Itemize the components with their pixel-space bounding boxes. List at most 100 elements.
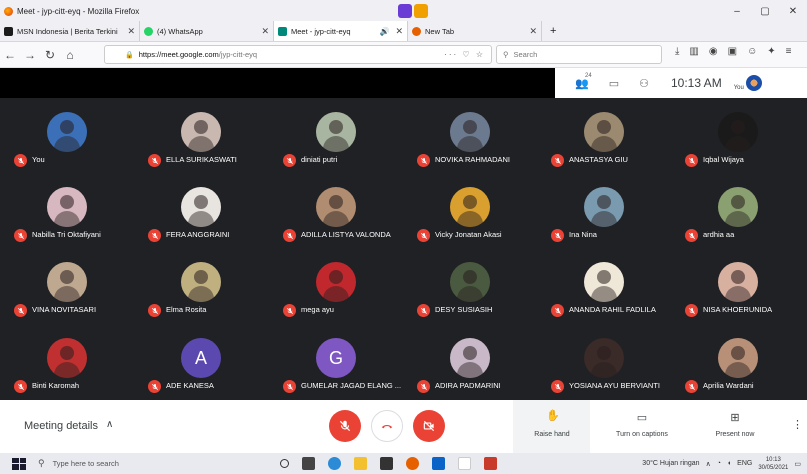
- participant-tile[interactable]: mega ayu: [269, 248, 403, 323]
- participant-tile[interactable]: DESY SUSIASIH: [403, 248, 537, 323]
- powerpoint-icon[interactable]: [484, 457, 497, 470]
- participant-tile[interactable]: ADILLA LISTYA VALONDA: [269, 173, 403, 248]
- volume-icon[interactable]: ◖: [727, 460, 731, 467]
- search-placeholder: Search: [513, 50, 538, 59]
- participant-avatar: [584, 187, 624, 227]
- mic-muted-icon: [14, 304, 27, 317]
- participant-tile[interactable]: Iqbal Wijaya: [671, 98, 805, 173]
- close-tab-icon[interactable]: ✕: [395, 26, 403, 37]
- search-icon: ⚲: [503, 50, 509, 59]
- chevron-up-icon[interactable]: ∧: [106, 419, 113, 430]
- edge-icon[interactable]: [328, 457, 341, 470]
- leave-call-button[interactable]: [371, 410, 403, 442]
- activities-icon[interactable]: ⚇: [639, 77, 649, 90]
- present-icon[interactable]: ⊞: [695, 411, 775, 424]
- participant-tile[interactable]: G GUMELAR JAGAD ELANG ...: [269, 324, 403, 399]
- participant-avatar: [181, 187, 221, 227]
- participant-name: DESY SUSIASIH: [435, 305, 493, 314]
- meeting-details-button[interactable]: Meeting details: [24, 420, 98, 432]
- participant-avatar: [47, 262, 87, 302]
- tab-msn[interactable]: MSN Indonesia | Berita Terkini ✕: [0, 21, 140, 41]
- participant-tile[interactable]: ELLA SURIKASWATI: [134, 98, 268, 173]
- chat-icon[interactable]: ▭: [609, 77, 619, 90]
- participant-tile[interactable]: Binti Karomah: [0, 324, 134, 399]
- new-tab-button[interactable]: +: [542, 21, 564, 41]
- library-icon[interactable]: ▥: [689, 46, 698, 57]
- close-window-button[interactable]: ✕: [779, 6, 807, 17]
- forward-icon[interactable]: →: [20, 48, 40, 62]
- download-icon[interactable]: ⤓: [675, 46, 679, 57]
- participant-name: VINA NOVITASARI: [32, 305, 97, 314]
- minimize-button[interactable]: –: [723, 6, 751, 17]
- reload-icon[interactable]: ↻: [40, 48, 60, 62]
- search-input[interactable]: ⚲ Search: [496, 45, 662, 64]
- participant-tile[interactable]: NISA KHOERUNIDA: [671, 248, 805, 323]
- account-icon[interactable]: ☺: [747, 46, 757, 57]
- tray-arrow-icon[interactable]: ∧: [706, 460, 711, 468]
- participant-tile[interactable]: Ina Nina: [537, 173, 671, 248]
- extension-icon[interactable]: ◉: [709, 46, 718, 57]
- people-icon[interactable]: 👥 24: [575, 73, 592, 90]
- participant-name: mega ayu: [301, 305, 334, 314]
- network-icon[interactable]: ◔: [717, 460, 721, 467]
- tab-meet[interactable]: Meet - jyp-citt-eyq 🔊 ✕: [274, 21, 408, 41]
- captions-button[interactable]: Turn on captions: [602, 431, 682, 438]
- participant-tile[interactable]: A ADE KANESA: [134, 324, 268, 399]
- self-avatar[interactable]: [745, 75, 762, 91]
- task-view-icon[interactable]: [302, 457, 315, 470]
- maximize-button[interactable]: ▢: [751, 6, 779, 17]
- speaker-icon[interactable]: 🔊: [379, 27, 389, 36]
- notification-center-icon[interactable]: ▭: [794, 460, 801, 468]
- participant-tile[interactable]: You: [0, 98, 134, 173]
- container-icon[interactable]: ▣: [728, 46, 737, 57]
- store-icon[interactable]: [380, 457, 393, 470]
- mail-icon[interactable]: [432, 457, 445, 470]
- captions-icon[interactable]: ▭: [602, 411, 682, 424]
- participant-tile[interactable]: Aprilia Wardani: [671, 324, 805, 399]
- home-icon[interactable]: ⌂: [60, 48, 80, 62]
- back-icon[interactable]: ←: [0, 48, 20, 62]
- participant-tile[interactable]: ANANDA RAHIL FADLILA: [537, 248, 671, 323]
- raise-hand-button[interactable]: ✋ Raise hand: [513, 400, 590, 453]
- taskbar-search[interactable]: ⚲ Type here to search: [38, 453, 238, 474]
- language-indicator[interactable]: ENG: [737, 460, 752, 467]
- url-bar[interactable]: 🔒 https://meet.google.com/jyp-citt-eyq ·…: [104, 45, 492, 64]
- mic-off-button[interactable]: [329, 410, 361, 442]
- addon-icon[interactable]: ✦: [767, 46, 775, 57]
- participant-tile[interactable]: ardhia aa: [671, 173, 805, 248]
- mic-muted-icon: [417, 154, 430, 167]
- page-actions[interactable]: ··· ♡ ☆: [444, 50, 485, 59]
- participant-tile[interactable]: diniati putri: [269, 98, 403, 173]
- participant-avatar: [316, 187, 356, 227]
- firefox-extension-icon[interactable]: [398, 4, 412, 18]
- notification-icon[interactable]: [414, 4, 428, 18]
- firefox-taskbar-icon[interactable]: [406, 457, 419, 470]
- participant-tile[interactable]: ANASTASYA GIU: [537, 98, 671, 173]
- windows-start-icon[interactable]: [12, 457, 26, 470]
- participant-tile[interactable]: YOSIANA AYU BERVIANTI: [537, 324, 671, 399]
- present-button[interactable]: Present now: [695, 431, 775, 438]
- close-tab-icon[interactable]: ✕: [127, 26, 135, 37]
- participant-tile[interactable]: Elma Rosita: [134, 248, 268, 323]
- participant-tile[interactable]: FERA ANGGRAINI: [134, 173, 268, 248]
- file-explorer-icon[interactable]: [354, 457, 367, 470]
- participant-tile[interactable]: Nabilla Tri Oktafiyani: [0, 173, 134, 248]
- app-icon[interactable]: [458, 457, 471, 470]
- tab-newtab[interactable]: New Tab ✕: [408, 21, 542, 41]
- close-tab-icon[interactable]: ✕: [529, 26, 537, 37]
- mic-muted-icon: [148, 154, 161, 167]
- participant-tile[interactable]: NOVIKA RAHMADANI: [403, 98, 537, 173]
- close-tab-icon[interactable]: ✕: [261, 26, 269, 37]
- menu-icon[interactable]: ≡: [786, 46, 792, 57]
- tab-whatsapp[interactable]: (4) WhatsApp ✕: [140, 21, 274, 41]
- participant-tile[interactable]: ADIRA PADMARINI: [403, 324, 537, 399]
- mic-muted-icon: [417, 304, 430, 317]
- camera-off-button[interactable]: [413, 410, 445, 442]
- participant-tile[interactable]: VINA NOVITASARI: [0, 248, 134, 323]
- weather-text[interactable]: 30°C Hujan ringan: [642, 460, 699, 467]
- cortana-icon[interactable]: [280, 459, 289, 468]
- meeting-clock: 10:13 AM: [670, 76, 722, 90]
- participant-tile[interactable]: Vicky Jonatan Akasi: [403, 173, 537, 248]
- taskbar-clock[interactable]: 10:13 30/05/2021: [758, 456, 788, 472]
- more-options-icon[interactable]: ⋮: [792, 418, 803, 431]
